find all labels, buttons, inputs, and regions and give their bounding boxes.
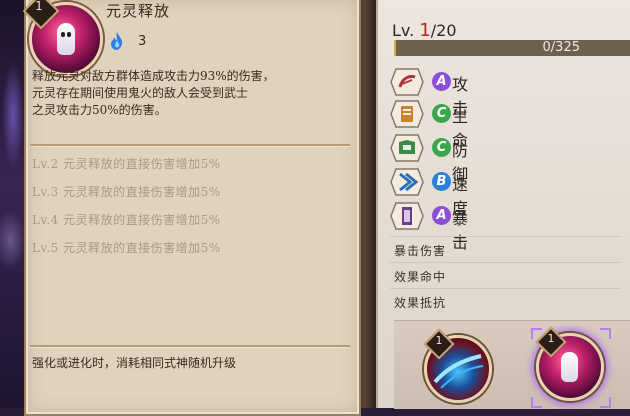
skill-description: 释放元灵对敌方群体造成攻击力93%的伤害， 元灵存在期间使用鬼火的敌人会受到武士…	[32, 68, 350, 119]
stat-grade: C	[432, 104, 451, 123]
description-line: 元灵存在期间使用鬼火的敌人会受到武士	[32, 86, 249, 100]
upgrade-hint: 强化或进化时，消耗相同式神随机升级	[32, 356, 237, 370]
level-current: 1	[419, 20, 431, 41]
description-line: 之灵攻击力50%的伤害。	[32, 103, 167, 117]
attack-icon	[390, 68, 424, 96]
stat-grade: A	[432, 206, 451, 225]
upgrade-list: Lv.2 元灵释放的直接伤害增加5% Lv.3 元灵释放的直接伤害增加5% Lv…	[32, 154, 332, 266]
crit-icon	[390, 202, 424, 230]
divider	[30, 345, 350, 348]
sub-stat-crit-damage: 暴击伤害	[394, 244, 447, 258]
sub-stat-effect-resist: 效果抵抗	[394, 296, 447, 310]
defense-icon	[390, 134, 424, 162]
stat-grade: A	[432, 72, 451, 91]
ghost-icon	[561, 352, 578, 382]
selection-corner	[600, 328, 611, 339]
upgrade-row: Lv.3 元灵释放的直接伤害增加5%	[32, 185, 221, 199]
selection-corner	[600, 397, 611, 408]
upgrade-row: Lv.5 元灵释放的直接伤害增加5%	[32, 241, 221, 255]
divider	[30, 144, 350, 147]
speed-icon	[390, 168, 424, 196]
health-icon	[390, 100, 424, 128]
level-prefix: Lv.	[392, 21, 415, 40]
stat-grade: C	[432, 138, 451, 157]
fire-cost: 3	[138, 34, 147, 49]
upgrade-row: Lv.4 元灵释放的直接伤害增加5%	[32, 213, 221, 227]
skill-level-number: 1	[35, 0, 43, 13]
selection-corner	[531, 397, 542, 408]
skill-detail-panel: 1 元灵释放 3 释放元灵对敌方群体造成攻击力93%的伤害， 元灵存在期间使用鬼…	[22, 0, 361, 416]
level-max: /20	[430, 21, 457, 40]
description-line: 释放元灵对敌方群体造成攻击力93%的伤害，	[32, 69, 275, 83]
sub-stat-effect-hit: 效果命中	[394, 270, 447, 284]
ghost-fire-icon	[111, 32, 123, 50]
slot-level-number: 1	[435, 334, 443, 347]
upgrade-row: Lv.2 元灵释放的直接伤害增加5%	[32, 157, 221, 171]
divider	[390, 236, 620, 237]
backdrop-glow	[2, 60, 24, 170]
level-label: Lv. 1/20	[392, 20, 457, 41]
skill-slots: 1 1	[394, 320, 630, 409]
stat-label: 暴击	[452, 209, 471, 252]
stat-grade: B	[432, 172, 451, 191]
xp-text: 0/325	[542, 40, 580, 55]
ghost-icon	[57, 23, 75, 55]
xp-bar-fill	[394, 40, 397, 56]
skill-name: 元灵释放	[106, 2, 171, 20]
stats-panel: Lv. 1/20 0/325 A 攻击 C 生命 C 防御 B 速度 A 暴击 …	[376, 0, 630, 409]
backdrop-swirl	[0, 210, 26, 270]
divider	[390, 288, 620, 289]
xp-bar: 0/325	[394, 40, 630, 56]
divider	[390, 262, 620, 263]
slot-level-number: 1	[547, 332, 555, 345]
